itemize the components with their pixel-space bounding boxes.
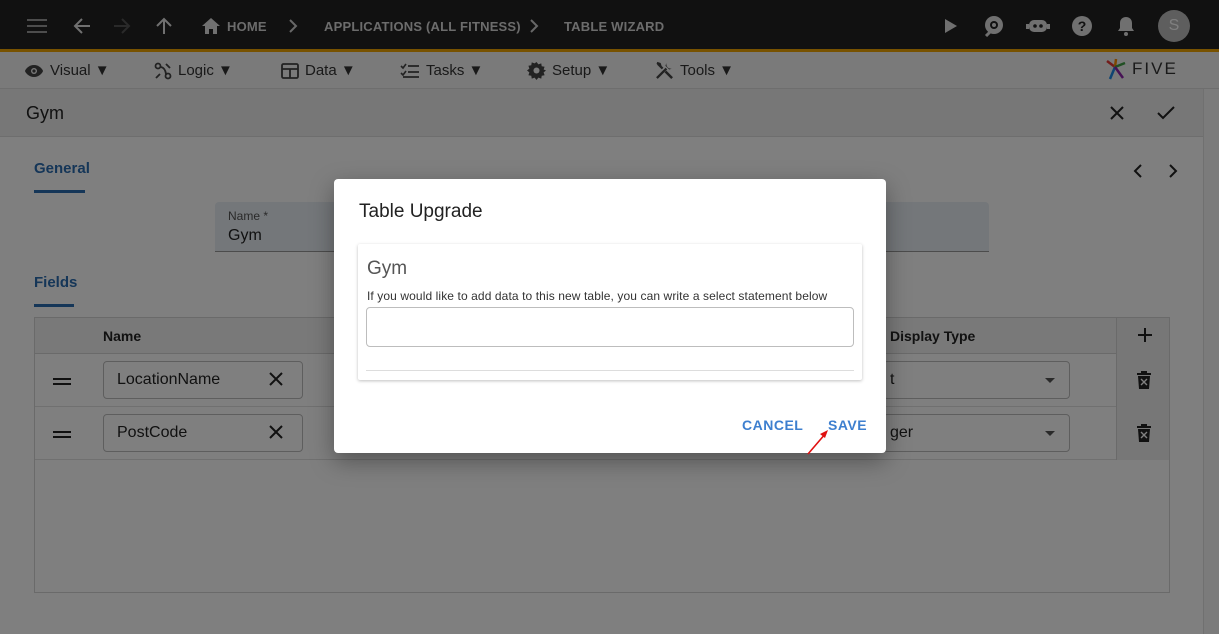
cancel-button[interactable]: CANCEL [742,417,803,433]
table-upgrade-dialog: Table Upgrade Gym If you would like to a… [334,179,886,453]
card-title: Gym [367,258,408,279]
annotation-arrow-icon [807,430,828,455]
card-divider [366,370,854,371]
save-button[interactable]: SAVE [828,417,867,433]
dialog-card: Gym If you would like to add data to thi… [358,244,862,380]
dialog-title: Table Upgrade [359,201,483,222]
card-description: If you would like to add data to this ne… [367,289,828,303]
select-statement-input[interactable] [366,307,854,347]
